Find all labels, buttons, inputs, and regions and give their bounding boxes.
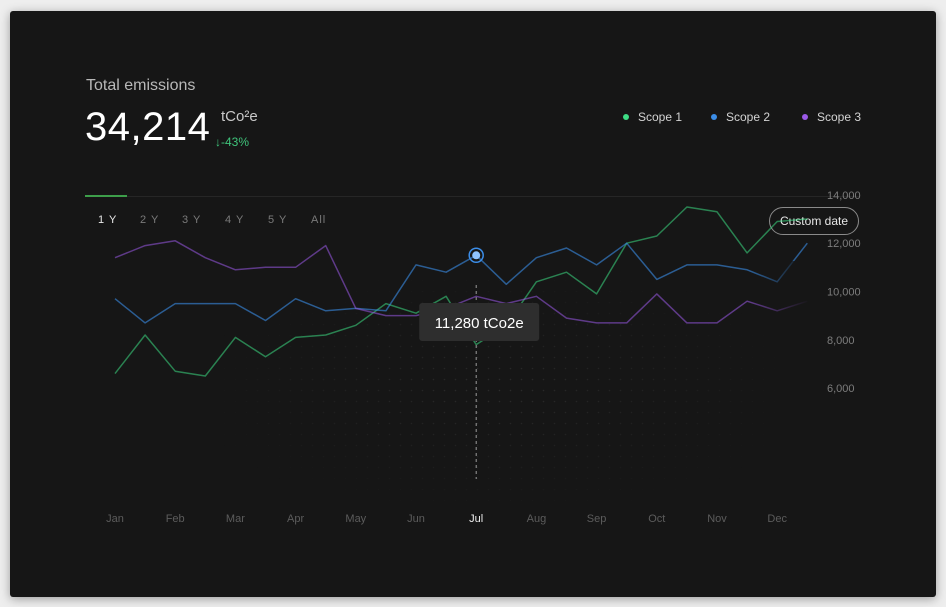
x-tick-label: Nov [707,513,727,525]
x-tick-label: Oct [648,513,665,525]
x-tick-label: Aug [527,513,547,525]
x-tick-label: Jul [469,513,483,525]
x-tick-label: Sep [587,513,607,525]
x-tick-label: Jan [106,513,124,525]
y-tick-label: 12,000 [827,238,861,250]
x-tick-label: Jun [407,513,425,525]
y-tick-label: 6,000 [827,383,855,395]
tooltip-text: 11,280 tCo2e [435,315,524,332]
y-tick-label: 10,000 [827,287,861,299]
x-tick-label: May [345,513,366,525]
highlight-point [472,251,481,260]
emissions-card: Total emissions 34,214 tCo²e ↓-43% Scope… [10,11,936,597]
y-tick-label: 8,000 [827,335,855,347]
x-tick-label: Mar [226,513,245,525]
x-tick-label: Dec [767,513,787,525]
right-fade [752,261,810,501]
emissions-line-chart: 6,000 8,000 10,000 12,000 14,000 Jan Feb Mar Apr… [10,190,861,525]
left-fade [10,261,100,501]
x-tick-label: Feb [166,513,185,525]
y-tick-label: 14,000 [827,190,861,202]
x-tick-label: Apr [287,513,304,525]
